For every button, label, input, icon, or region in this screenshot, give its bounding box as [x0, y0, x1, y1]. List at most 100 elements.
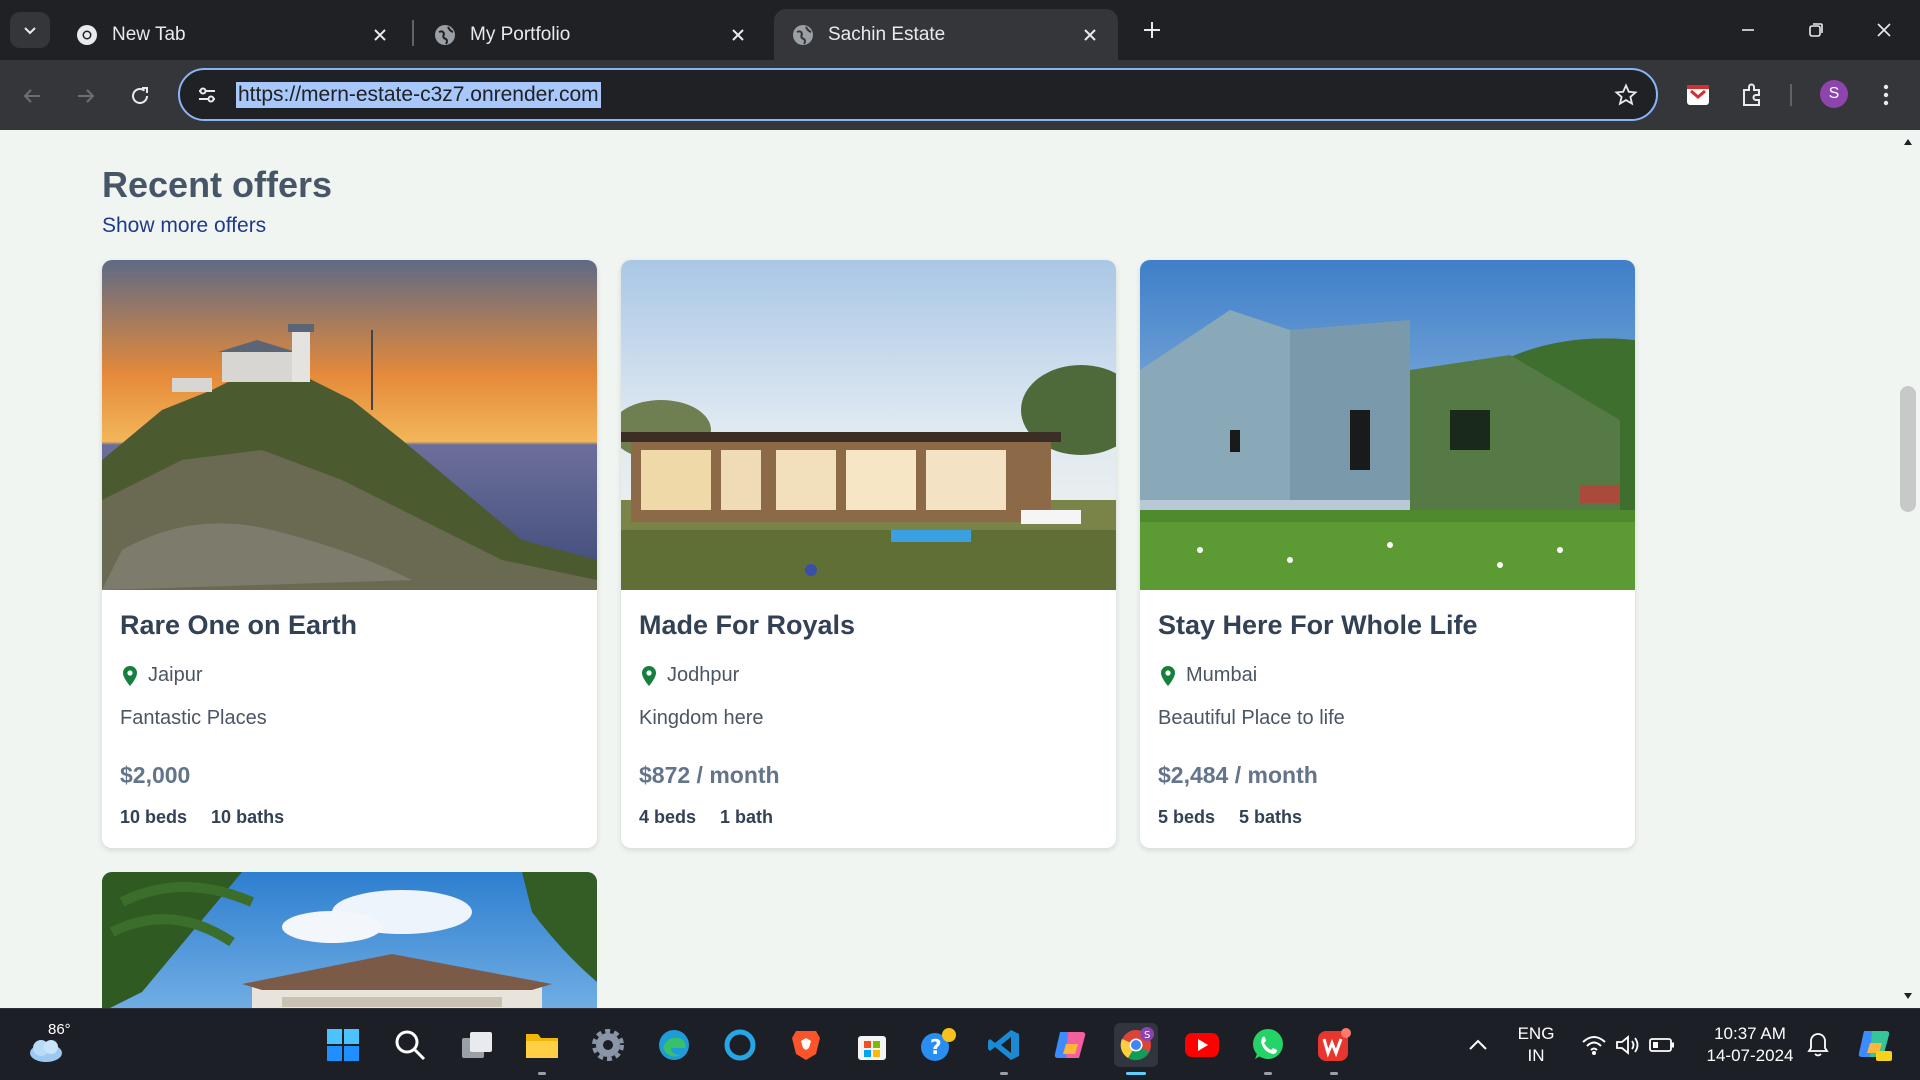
toolbar-divider [1790, 84, 1792, 106]
scroll-up-arrow-icon[interactable] [1902, 136, 1914, 148]
close-window-button[interactable] [1868, 14, 1900, 46]
running-indicator [1000, 1072, 1008, 1075]
tab-divider [412, 20, 414, 46]
chevron-down-icon [24, 27, 36, 35]
svg-text:?: ? [930, 1035, 942, 1059]
youtube-icon[interactable] [1180, 1023, 1224, 1067]
listing-title[interactable]: Made For Royals [639, 610, 855, 641]
profile-avatar[interactable]: S [1820, 80, 1848, 108]
listing-location: Mumbai [1160, 664, 1257, 687]
tab-title: Sachin Estate [828, 23, 946, 45]
back-button[interactable] [14, 78, 50, 114]
address-bar[interactable]: https://mern-estate-c3z7.onrender.com [178, 68, 1658, 121]
weather-temperature: 86° [48, 1021, 71, 1038]
whatsapp-icon[interactable] [1246, 1023, 1290, 1075]
minimize-button[interactable] [1732, 14, 1764, 46]
notification-bell-icon[interactable] [1796, 1023, 1840, 1067]
close-tab-icon[interactable] [1078, 23, 1102, 47]
globe-icon [434, 24, 456, 46]
get-help-icon[interactable]: ? [916, 1023, 960, 1067]
vscode-icon[interactable] [982, 1023, 1026, 1075]
copilot-preview-icon[interactable] [1852, 1023, 1896, 1067]
listing-title[interactable]: Stay Here For Whole Life [1158, 610, 1478, 641]
listing-description: Beautiful Place to life [1158, 707, 1345, 729]
bookmark-star-icon[interactable] [1612, 81, 1640, 109]
clock[interactable]: 10:37 AM 14-07-2024 [1692, 1023, 1808, 1067]
listing-card[interactable]: Rare One on Earth Jaipur Fantastic Place… [102, 260, 597, 848]
tab-search-button[interactable] [10, 12, 50, 48]
listing-price: $2,000 [120, 762, 191, 788]
search-icon[interactable] [388, 1023, 432, 1067]
listing-price: $872 / month [639, 762, 780, 788]
listing-description: Kingdom here [639, 707, 764, 729]
listing-card[interactable]: Stay Here For Whole Life Mumbai Beautifu… [1140, 260, 1635, 848]
show-hidden-icons-chevron-icon[interactable] [1456, 1023, 1500, 1067]
map-pin-icon [641, 665, 657, 687]
listing-description: Fantastic Places [120, 707, 267, 729]
microsoft-store-icon[interactable] [850, 1023, 894, 1067]
edge-icon[interactable] [652, 1023, 696, 1067]
listing-image[interactable] [621, 260, 1116, 590]
plus-icon [1144, 22, 1160, 38]
tab-strip: New Tab My Portfolio Sachin Estate [0, 0, 1920, 60]
new-tab-button[interactable] [1136, 14, 1168, 46]
task-view-icon[interactable] [455, 1023, 499, 1067]
restore-icon [1809, 23, 1823, 37]
chrome-icon [76, 24, 98, 46]
listing-beds: 5 beds [1158, 807, 1216, 827]
arrow-right-icon [78, 89, 95, 103]
scrollbar-thumb[interactable] [1900, 386, 1916, 512]
browser-toolbar: https://mern-estate-c3z7.onrender.com [0, 60, 1920, 130]
listing-image[interactable] [102, 872, 597, 1008]
listing-location: Jaipur [122, 664, 202, 687]
battery-icon[interactable] [1640, 1023, 1684, 1067]
running-indicator [538, 1072, 546, 1075]
listing-title[interactable]: Rare One on Earth [120, 610, 357, 641]
show-more-offers-link[interactable]: Show more offers [102, 214, 266, 238]
windows-taskbar: 86° ? S ENG IN 10:37 AM 14-07-2024 [0, 1008, 1920, 1080]
listing-image[interactable] [102, 260, 597, 590]
listing-features: 5 beds 5 baths [1158, 807, 1302, 828]
tab-title: New Tab [112, 23, 186, 45]
page-viewport: Recent offers Show more offers Rare One … [0, 130, 1920, 1008]
close-tab-icon[interactable] [726, 23, 750, 47]
extensions-icon[interactable] [1736, 79, 1768, 111]
chrome-icon[interactable]: S [1114, 1023, 1158, 1075]
restore-button[interactable] [1800, 14, 1832, 46]
settings-icon[interactable] [586, 1023, 630, 1067]
map-pin-icon [122, 665, 138, 687]
tab-my-portfolio[interactable]: My Portfolio [416, 9, 766, 60]
forward-button[interactable] [68, 78, 104, 114]
listing-features: 10 beds 10 baths [120, 807, 284, 828]
listing-beds: 10 beds [120, 807, 188, 827]
tab-new-tab[interactable]: New Tab [58, 9, 408, 60]
site-info-icon[interactable] [194, 82, 220, 108]
wps-office-icon[interactable] [1312, 1023, 1356, 1075]
file-explorer-icon[interactable] [520, 1023, 564, 1075]
clock-date: 14-07-2024 [1706, 1046, 1794, 1065]
listing-card-partial[interactable] [102, 872, 597, 1008]
copilot-icon[interactable] [1048, 1023, 1092, 1067]
url-text[interactable]: https://mern-estate-c3z7.onrender.com [236, 82, 601, 108]
close-tab-icon[interactable] [368, 23, 392, 47]
tab-sachin-estate[interactable]: Sachin Estate [774, 9, 1118, 60]
brave-icon[interactable] [784, 1023, 828, 1067]
listing-baths: 5 baths [1239, 807, 1303, 827]
reload-icon [132, 87, 148, 104]
close-icon [1877, 23, 1891, 37]
page-scrollbar[interactable] [1896, 130, 1920, 1008]
running-indicator [1264, 1072, 1272, 1075]
tab-title: My Portfolio [470, 23, 571, 45]
arrow-left-icon [23, 89, 40, 103]
pocket-extension-icon[interactable] [1682, 79, 1714, 111]
start-icon[interactable] [321, 1023, 365, 1067]
input-language-indicator[interactable]: ENG IN [1508, 1023, 1564, 1067]
running-indicator [1330, 1072, 1338, 1075]
browser-menu-icon[interactable] [1870, 79, 1902, 111]
listing-card[interactable]: Made For Royals Jodhpur Kingdom here $87… [621, 260, 1116, 848]
cortana-icon[interactable] [718, 1023, 762, 1067]
listing-image[interactable] [1140, 260, 1635, 590]
listing-beds: 4 beds [639, 807, 697, 827]
scroll-down-arrow-icon[interactable] [1902, 990, 1914, 1002]
reload-button[interactable] [122, 78, 158, 114]
